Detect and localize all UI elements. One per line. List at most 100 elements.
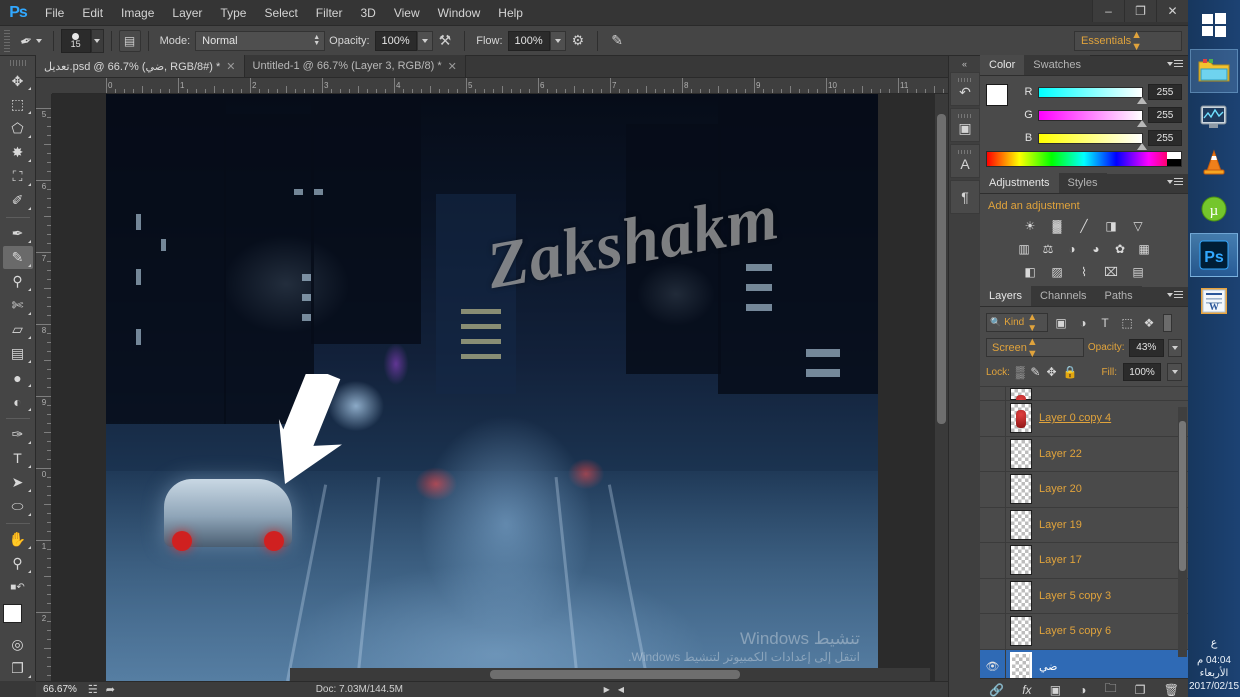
menu-image[interactable]: Image (112, 0, 163, 26)
menu-select[interactable]: Select (255, 0, 306, 26)
layer-row[interactable]: Layer 5 copy 3 (980, 578, 1188, 614)
canvas-area[interactable]: 01234567891011 567890123 (36, 78, 948, 681)
layer-opacity-dropdown[interactable] (1167, 338, 1182, 357)
menu-filter[interactable]: Filter (307, 0, 352, 26)
character-panel-button[interactable]: A (950, 144, 980, 178)
layer-name[interactable]: Layer 5 copy 3 (1039, 590, 1111, 602)
layer-filter-kind-select[interactable]: 🔍 Kind ▲ ▼ (986, 312, 1048, 334)
layer-row-partial[interactable] (980, 387, 1188, 401)
eyedropper-tool[interactable]: ✐ (3, 189, 33, 212)
utorrent-button[interactable]: µ (1190, 187, 1238, 231)
menu-help[interactable]: Help (489, 0, 532, 26)
tab-color[interactable]: Color (980, 55, 1025, 75)
tab-swatches[interactable]: Swatches (1024, 55, 1090, 75)
layer-visibility-toggle[interactable] (980, 543, 1006, 578)
layer-thumbnail[interactable] (1010, 438, 1032, 469)
posterize-icon[interactable]: ▨ (1049, 264, 1066, 279)
share-icon[interactable]: ➦ (102, 683, 119, 696)
new-group-button[interactable]: 🗀 (1105, 679, 1117, 697)
airbrush-icon[interactable]: ⚙ (566, 32, 591, 49)
selective-color-icon[interactable]: ▤ (1130, 264, 1147, 279)
document-tab-1[interactable]: Untitled-1 @ 66.7% (Layer 3, RGB/8) * ✕ (244, 55, 466, 77)
layer-row[interactable]: Layer 22 (980, 436, 1188, 472)
tools-panel-grip[interactable] (9, 60, 26, 66)
layer-visibility-toggle[interactable] (980, 436, 1006, 471)
properties-panel-button[interactable]: ▣ (950, 108, 980, 142)
task-manager-button[interactable] (1190, 95, 1238, 139)
filter-adjustment-icon[interactable]: ◑ (1074, 314, 1092, 332)
filter-enable-toggle[interactable] (1163, 313, 1172, 332)
canvas-vertical-scrollbar[interactable] (935, 94, 948, 681)
layer-mask-button[interactable]: ▣ (1050, 683, 1061, 697)
close-button[interactable]: ✕ (1156, 0, 1188, 22)
pen-tool[interactable]: ✑ (3, 423, 33, 446)
layer-blend-mode-select[interactable]: Screen ▲ ▼ (986, 336, 1084, 360)
photoshop-button[interactable]: Ps (1190, 233, 1238, 277)
layer-fill-dropdown[interactable] (1167, 363, 1182, 381)
menu-3d[interactable]: 3D (351, 0, 384, 26)
options-bar-grip[interactable] (4, 29, 10, 52)
layer-row[interactable]: Layer 20 (980, 472, 1188, 508)
layer-visibility-toggle[interactable] (980, 578, 1006, 613)
path-selection-tool[interactable]: ➤ (3, 471, 33, 494)
color-spectrum-ramp[interactable] (986, 151, 1182, 167)
brush-panel-icon[interactable]: ▤ (118, 29, 141, 52)
preview-icon[interactable]: ☵ (84, 683, 102, 696)
magic-wand-tool[interactable]: ✸ (3, 141, 33, 164)
layer-row[interactable]: Layer 17 (980, 543, 1188, 579)
layer-row[interactable]: Layer 5 copy 6 (980, 614, 1188, 650)
layer-thumbnail[interactable] (1010, 616, 1032, 647)
tab-channels[interactable]: Channels (1031, 286, 1096, 306)
quick-mask-button[interactable]: ◎ (3, 633, 33, 656)
menu-file[interactable]: File (36, 0, 73, 26)
history-brush-tool[interactable]: ✄ (3, 294, 33, 317)
menu-edit[interactable]: Edit (73, 0, 112, 26)
start-button[interactable] (1190, 3, 1238, 47)
minimize-button[interactable]: – (1092, 0, 1124, 22)
blur-tool[interactable]: ● (3, 366, 33, 389)
filter-shape-icon[interactable]: ⬚ (1118, 314, 1136, 332)
document-tab-0[interactable]: تعديل.psd @ 66.7% (ضي, RGB/8#) * ✕ (36, 55, 245, 77)
crop-tool[interactable]: ⛶ (3, 165, 33, 188)
file-explorer-button[interactable] (1190, 49, 1238, 93)
gradient-tool[interactable]: ▤ (3, 342, 33, 365)
hue-saturation-icon[interactable]: ▥ (1016, 241, 1033, 256)
pressure-opacity-icon[interactable]: ⚒ (433, 32, 458, 49)
menu-layer[interactable]: Layer (163, 0, 211, 26)
word-button[interactable]: W (1190, 279, 1238, 323)
input-language-indicator[interactable]: ع (1188, 637, 1240, 650)
scrollbar-thumb[interactable] (490, 670, 740, 679)
layer-visibility-toggle[interactable] (980, 614, 1006, 649)
lock-all-icon[interactable]: 🔒 (1063, 365, 1078, 379)
status-prev-icon[interactable]: ◀ (614, 685, 628, 694)
gradient-map-icon[interactable]: ⌧ (1103, 264, 1120, 279)
layer-visibility-toggle[interactable] (980, 401, 1006, 436)
adjustments-panel-menu-button[interactable] (1167, 178, 1183, 185)
artboard[interactable]: Zakshakm تنشيط Windows انتقل إلى إعدادات… (106, 94, 878, 681)
blend-mode-select[interactable]: Normal ▲ ▼ (195, 30, 326, 51)
scrollbar-thumb[interactable] (937, 114, 946, 424)
layer-thumbnail[interactable] (1010, 509, 1032, 540)
taskbar-clock[interactable]: ع 04:04 م الأربعاء 2017/02/15 (1188, 637, 1240, 693)
foreground-color-swatch[interactable] (2, 603, 22, 623)
lock-position-icon[interactable]: ✥ (1046, 365, 1056, 379)
lock-image-pixels-icon[interactable]: ✎ (1030, 365, 1040, 379)
menu-type[interactable]: Type (211, 0, 255, 26)
menu-view[interactable]: View (385, 0, 429, 26)
channel-value-b[interactable]: 255 (1148, 130, 1182, 146)
color-balance-icon[interactable]: ⚖ (1040, 241, 1057, 256)
hand-tool[interactable]: ✋ (3, 528, 33, 551)
black-white-icon[interactable]: ◑ (1064, 241, 1081, 256)
channel-value-g[interactable]: 255 (1148, 107, 1182, 123)
opacity-dropdown[interactable] (416, 30, 433, 51)
pressure-size-icon[interactable]: ✎ (605, 32, 629, 49)
threshold-icon[interactable]: ⌇ (1076, 264, 1093, 279)
layer-row[interactable]: Layer 19 (980, 507, 1188, 543)
history-panel-button[interactable]: ↶ (950, 72, 980, 106)
layers-panel-menu-button[interactable] (1167, 291, 1183, 298)
tool-preset-picker[interactable]: ✒ (16, 31, 46, 51)
filter-smart-object-icon[interactable]: ❖ (1140, 314, 1158, 332)
tab-paths[interactable]: Paths (1095, 286, 1142, 306)
layer-thumbnail[interactable] (1010, 403, 1032, 434)
color-lookup-icon[interactable]: ▦ (1136, 241, 1153, 256)
